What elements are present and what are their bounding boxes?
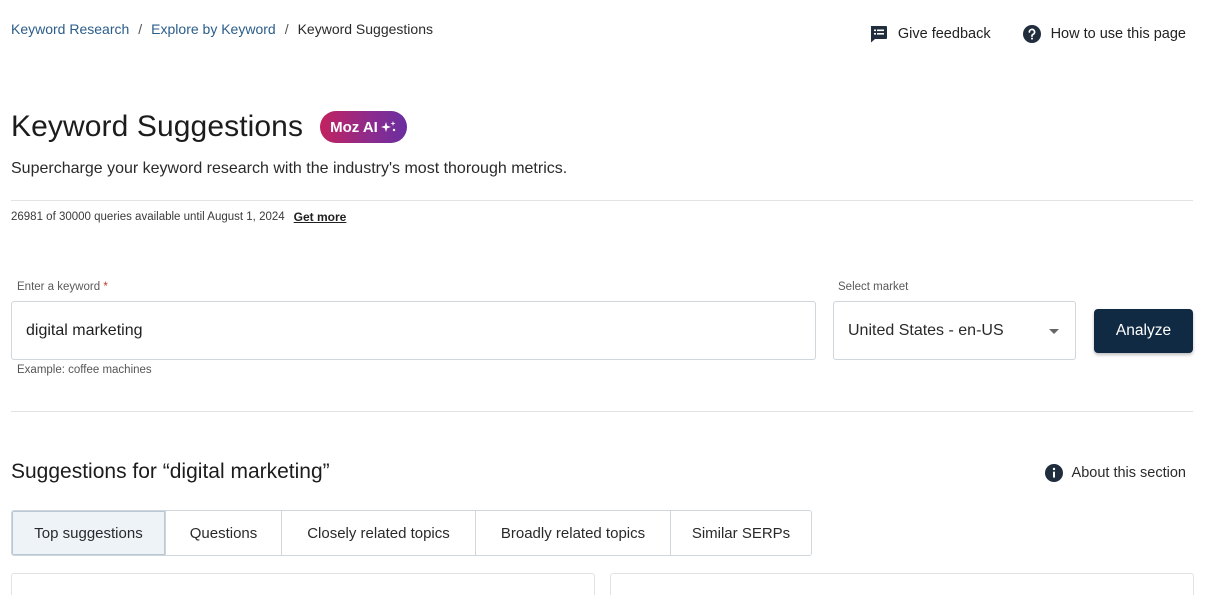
breadcrumb-explore-by-keyword[interactable]: Explore by Keyword bbox=[151, 21, 276, 37]
market-select-value: United States - en-US bbox=[848, 321, 1004, 339]
get-more-link[interactable]: Get more bbox=[294, 210, 347, 224]
about-section-label: About this section bbox=[1071, 465, 1186, 481]
suggestion-tabs: Top suggestions Questions Closely relate… bbox=[11, 510, 812, 556]
divider bbox=[11, 200, 1193, 201]
moz-ai-badge: Moz AI bbox=[320, 111, 407, 143]
tab-questions[interactable]: Questions bbox=[166, 511, 282, 555]
breadcrumb-separator: / bbox=[284, 21, 289, 37]
moz-ai-badge-label: Moz AI bbox=[330, 118, 378, 136]
info-icon bbox=[1044, 464, 1063, 482]
breadcrumb-separator: / bbox=[138, 21, 143, 37]
divider bbox=[11, 411, 1193, 412]
keyword-label-text: Enter a keyword bbox=[17, 281, 101, 293]
keyword-label: Enter a keyword * bbox=[17, 281, 108, 293]
keyword-helper-text: Example: coffee machines bbox=[17, 364, 152, 376]
quota-text: 26981 of 30000 queries available until A… bbox=[11, 211, 285, 223]
market-label: Select market bbox=[838, 281, 909, 293]
tab-closely-related-topics[interactable]: Closely related topics bbox=[282, 511, 476, 555]
breadcrumb-keyword-research[interactable]: Keyword Research bbox=[11, 21, 129, 37]
chevron-down-icon bbox=[1049, 329, 1059, 334]
breadcrumb: Keyword Research / Explore by Keyword / … bbox=[11, 21, 433, 37]
quota-info: 26981 of 30000 queries available until A… bbox=[11, 210, 346, 224]
how-to-use-label: How to use this page bbox=[1050, 26, 1186, 42]
keyword-input[interactable] bbox=[11, 301, 816, 360]
tab-top-suggestions[interactable]: Top suggestions bbox=[12, 511, 166, 555]
tab-similar-serps[interactable]: Similar SERPs bbox=[671, 511, 811, 555]
analyze-button[interactable]: Analyze bbox=[1094, 309, 1193, 353]
breadcrumb-current: Keyword Suggestions bbox=[297, 21, 433, 37]
about-section-button[interactable]: About this section bbox=[1044, 464, 1186, 482]
feedback-icon bbox=[870, 26, 887, 43]
give-feedback-button[interactable]: Give feedback bbox=[869, 25, 991, 43]
top-bar: Keyword Research / Explore by Keyword / … bbox=[0, 0, 1220, 60]
required-mark: * bbox=[103, 281, 108, 293]
sparkle-icon bbox=[380, 121, 396, 132]
suggestions-title: Suggestions for “digital marketing” bbox=[11, 460, 330, 483]
results-panel-left bbox=[11, 573, 595, 595]
results-panel-right bbox=[610, 573, 1194, 595]
help-icon bbox=[1022, 25, 1041, 43]
how-to-use-button[interactable]: How to use this page bbox=[1022, 25, 1186, 43]
page-title: Keyword Suggestions bbox=[11, 110, 304, 143]
title-row: Keyword Suggestions Moz AI bbox=[11, 110, 407, 144]
page-subtitle: Supercharge your keyword research with t… bbox=[11, 160, 568, 177]
give-feedback-label: Give feedback bbox=[897, 26, 991, 42]
top-actions: Give feedback How to use this page bbox=[837, 25, 1186, 43]
tab-broadly-related-topics[interactable]: Broadly related topics bbox=[476, 511, 671, 555]
market-select[interactable]: United States - en-US bbox=[833, 301, 1076, 360]
